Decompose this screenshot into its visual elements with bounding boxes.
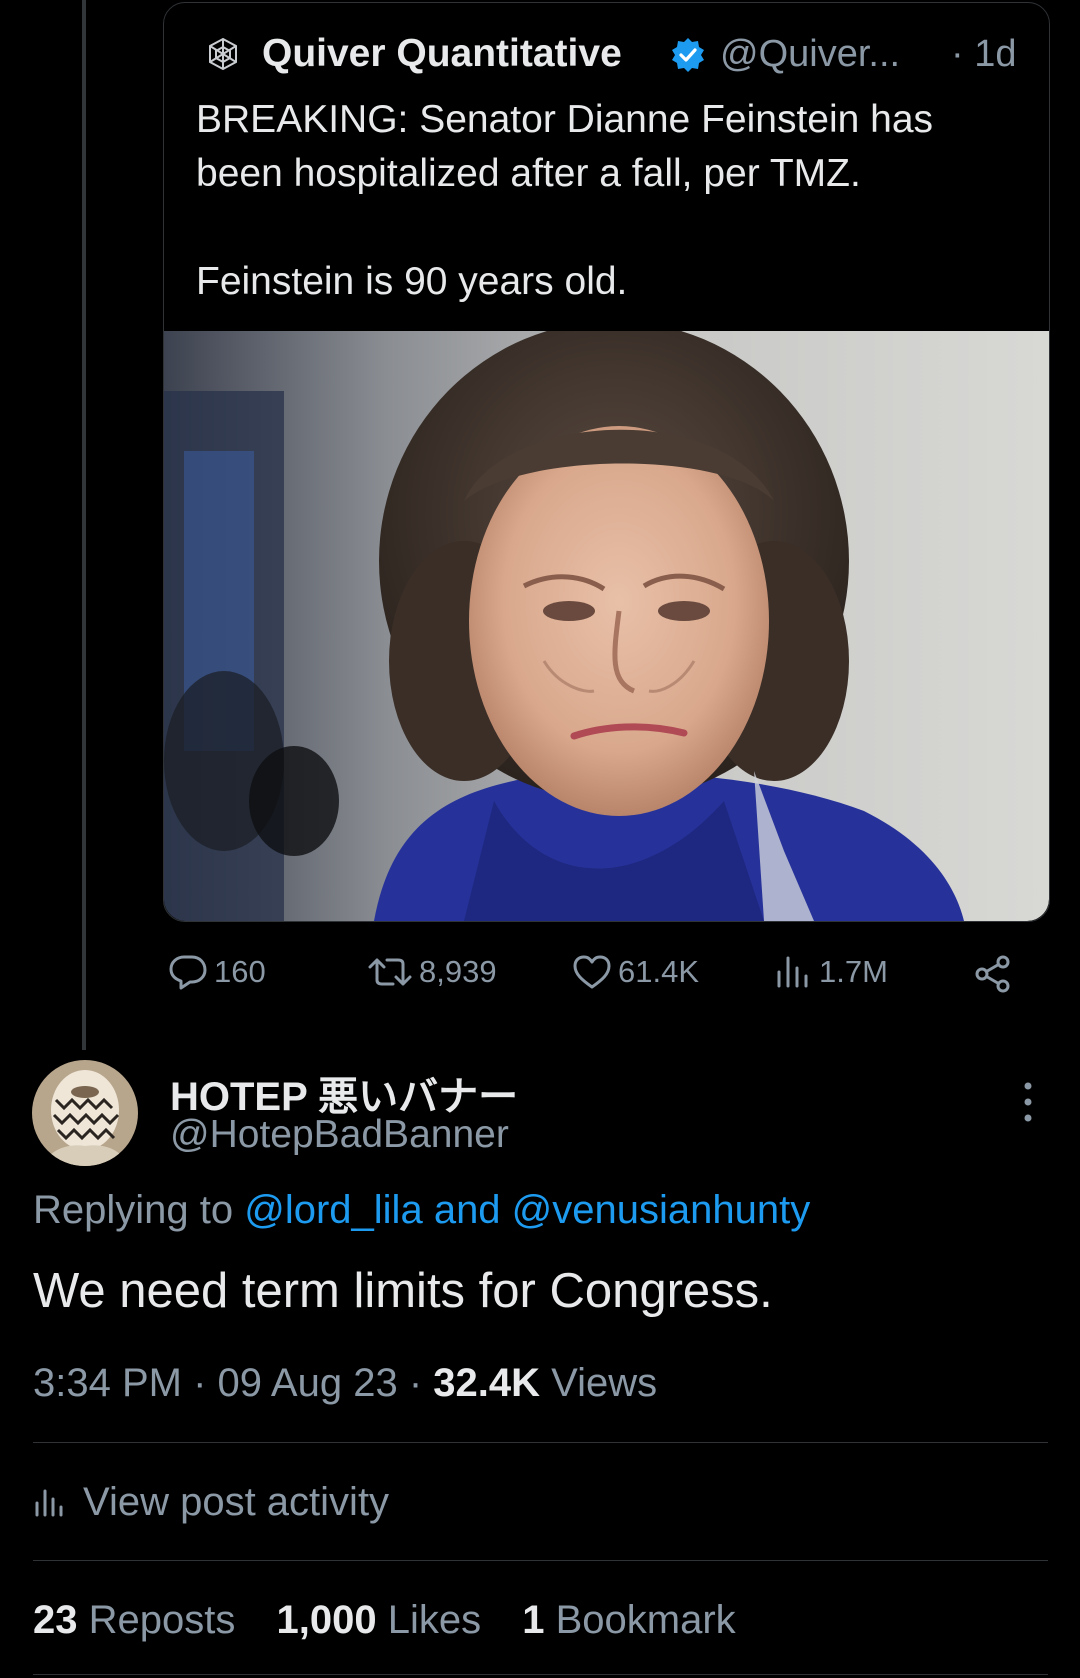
tweet-time[interactable]: 3:34 PM xyxy=(33,1361,182,1405)
likes-label: Likes xyxy=(376,1598,482,1642)
quoted-author-name[interactable]: Quiver Quantitative xyxy=(262,32,622,76)
view-post-activity-link[interactable]: View post activity xyxy=(33,1480,389,1525)
divider xyxy=(33,1442,1048,1443)
more-options-icon[interactable] xyxy=(1018,1078,1038,1126)
replying-and: and xyxy=(422,1188,512,1232)
avatar[interactable] xyxy=(32,1060,138,1166)
portrait-photo-illustration xyxy=(164,331,1049,921)
mention-link-lord-lila[interactable]: @lord_lila xyxy=(244,1188,422,1232)
quoted-tweet-photo[interactable] xyxy=(164,331,1049,921)
meta-separator: · xyxy=(181,1361,218,1405)
quiver-logo-icon xyxy=(209,37,237,71)
mention-link-venusianhunty[interactable]: @venusianhunty xyxy=(512,1188,811,1232)
views-action[interactable]: 1.7M xyxy=(773,954,888,990)
quoted-text-line: been hospitalized after a fall, per TMZ. xyxy=(196,152,861,195)
engagement-stats: 23 Reposts 1,000 Likes 1 Bookmark xyxy=(33,1598,766,1643)
quoted-author-handle[interactable]: @Quiver... xyxy=(720,33,900,76)
likes-count: 1,000 xyxy=(276,1598,377,1642)
reply-count: 160 xyxy=(214,954,266,989)
activity-bar-chart-icon xyxy=(35,1489,63,1516)
tweet-text: We need term limits for Congress. xyxy=(33,1264,773,1318)
bookmarks-stat[interactable]: 1 Bookmark xyxy=(522,1598,735,1642)
reposts-stat[interactable]: 23 Reposts xyxy=(33,1598,235,1642)
repost-icon xyxy=(368,958,412,986)
quoted-text-line: Feinstein is 90 years old. xyxy=(196,260,628,303)
tweet-views-count: 32.4K xyxy=(433,1361,540,1405)
reposts-label: Reposts xyxy=(77,1598,236,1642)
divider xyxy=(33,1674,1048,1675)
view-post-activity-label: View post activity xyxy=(83,1480,390,1524)
quoted-tweet-header: Quiver Quantitative @Quiver... · 1d xyxy=(164,29,1049,79)
thread-connector-line xyxy=(82,0,86,1050)
repost-count: 8,939 xyxy=(419,954,497,989)
divider xyxy=(33,1560,1048,1561)
bookmarks-label: Bookmark xyxy=(544,1598,736,1642)
quoted-tweet-time: · 1d xyxy=(951,33,1017,75)
share-action[interactable] xyxy=(973,954,1013,994)
replying-to-line: Replying to @lord_lila and @venusianhunt… xyxy=(33,1188,810,1233)
like-count: 61.4K xyxy=(618,954,700,989)
tweet-views-label: Views xyxy=(540,1361,658,1405)
repost-action[interactable]: 8,939 xyxy=(367,954,497,990)
quoted-tweet-actions: 160 8,939 61.4K 1.7M xyxy=(0,950,1080,998)
meta-separator: · xyxy=(397,1361,434,1405)
quoted-text-line: BREAKING: Senator Dianne Feinstein has xyxy=(196,98,934,141)
views-count: 1.7M xyxy=(819,954,888,989)
tweet-date[interactable]: 09 Aug 23 xyxy=(218,1361,398,1405)
views-bar-chart-icon xyxy=(777,956,808,988)
avatar-image xyxy=(32,1060,138,1166)
quoted-tweet-text: BREAKING: Senator Dianne Feinstein has b… xyxy=(196,93,1016,309)
reply-action[interactable]: 160 xyxy=(168,954,266,990)
like-action[interactable]: 61.4K xyxy=(572,954,699,990)
reply-icon xyxy=(169,955,207,990)
tweet-author-row: HOTEP 悪いバナー @HotepBadBanner xyxy=(0,1050,1080,1170)
verified-badge-icon xyxy=(672,38,704,72)
replying-prefix: Replying to xyxy=(33,1188,245,1232)
share-icon xyxy=(975,955,1010,993)
quoted-tweet-card[interactable]: Quiver Quantitative @Quiver... · 1d BREA… xyxy=(163,2,1050,922)
heart-icon xyxy=(573,955,611,989)
bookmarks-count: 1 xyxy=(522,1598,545,1642)
tweet-metadata: 3:34 PM · 09 Aug 23 · 32.4K Views xyxy=(33,1361,657,1406)
likes-stat[interactable]: 1,000 Likes xyxy=(276,1598,481,1642)
reposts-count: 23 xyxy=(33,1598,78,1642)
author-handle[interactable]: @HotepBadBanner xyxy=(170,1113,509,1157)
